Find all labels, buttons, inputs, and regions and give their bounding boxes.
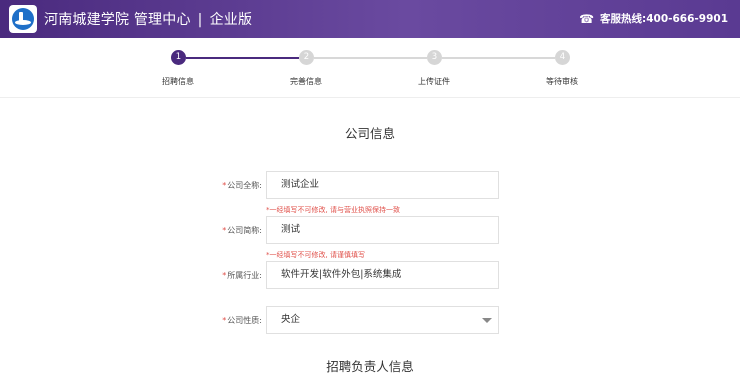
- nature-value: 央企: [281, 314, 301, 325]
- full-name-hint: *一经填写不可修改, 请与营业执照保持一致: [266, 206, 400, 214]
- step-2-circle: 2: [299, 50, 314, 65]
- step-2-label: 完善信息: [290, 77, 322, 86]
- step-4-label: 等待审核: [546, 77, 578, 86]
- step-connector-2: [314, 57, 427, 59]
- step-1-circle: 1: [171, 50, 186, 65]
- recruiter-info-title: 招聘负责人信息: [326, 359, 414, 374]
- hotline-number: 400-666-9901: [646, 12, 728, 25]
- step-connector-3: [442, 57, 555, 59]
- header-edition: 企业版: [209, 12, 253, 28]
- short-name-field[interactable]: 测试: [266, 216, 499, 244]
- header-school-name: 河南城建学院 管理中心: [44, 12, 191, 28]
- industry-label: *所属行业:: [222, 271, 262, 280]
- full-name-label: *公司全称:: [222, 181, 262, 190]
- step-3-circle: 3: [427, 50, 442, 65]
- industry-field[interactable]: 软件开发|软件外包|系统集成: [266, 261, 499, 289]
- company-info-title: 公司信息: [344, 126, 395, 141]
- step-1-label: 招聘信息: [162, 77, 194, 86]
- required-mark: *: [222, 226, 227, 235]
- nature-select[interactable]: 央企: [266, 306, 499, 334]
- progress-steps: 1 2 3 4 招聘信息 完善信息 上传证件 等待审核: [0, 38, 740, 98]
- step-connector-1: [186, 57, 299, 59]
- top-header: 河南城建学院 管理中心 | 企业版 ☎ 客服热线: 400-666-9901: [0, 0, 740, 38]
- step-4-circle: 4: [555, 50, 570, 65]
- hotline: ☎ 客服热线: 400-666-9901: [579, 11, 728, 26]
- short-name-hint: *一经填写不可修改, 请谨慎填写: [266, 251, 365, 259]
- chevron-down-icon[interactable]: [482, 318, 492, 323]
- header-title: 河南城建学院 管理中心 | 企业版: [44, 9, 252, 29]
- header-separator: |: [197, 12, 203, 28]
- step-3-label: 上传证件: [418, 77, 450, 86]
- short-name-label: *公司简称:: [222, 226, 262, 235]
- required-mark: *: [222, 316, 227, 325]
- required-mark: *: [222, 181, 227, 190]
- school-logo: [9, 5, 37, 33]
- full-name-field[interactable]: 测试企业: [266, 171, 499, 199]
- hotline-label: 客服热线:: [600, 13, 647, 25]
- phone-icon: ☎: [579, 11, 595, 26]
- required-mark: *: [222, 271, 227, 280]
- nature-label: *公司性质:: [222, 316, 262, 325]
